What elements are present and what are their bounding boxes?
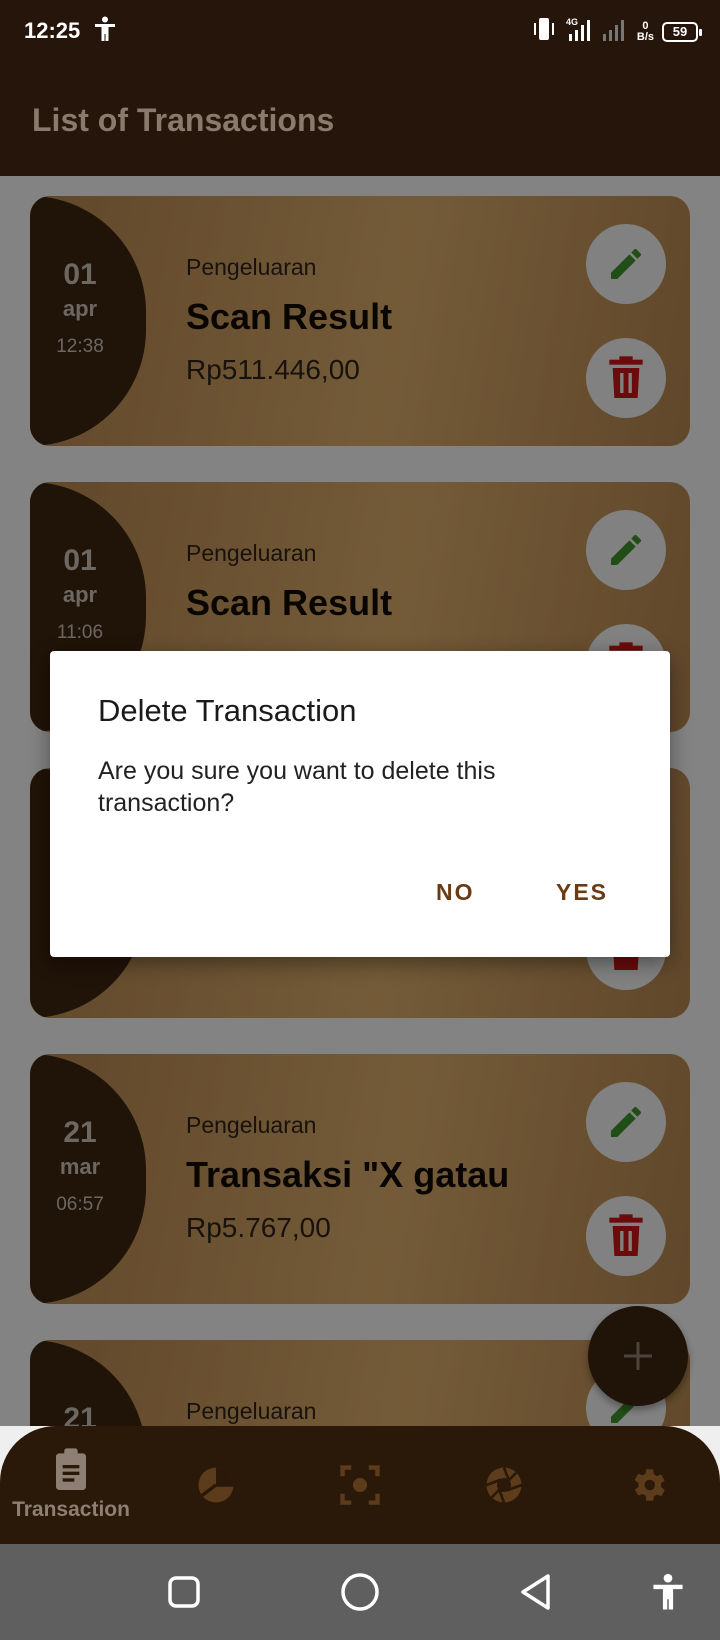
accessibility-status-icon: [94, 16, 116, 47]
nav-item-chart[interactable]: [176, 1426, 256, 1544]
status-icons: 4G 0 B/s 59: [531, 16, 702, 47]
system-nav-bar: [0, 1544, 720, 1640]
no-button[interactable]: NO: [436, 879, 475, 906]
nav-item-transaction[interactable]: Transaction: [0, 1426, 142, 1544]
accessibility-button[interactable]: [642, 1566, 694, 1618]
clipboard-icon: [56, 1448, 86, 1490]
app-bar: List of Transactions: [0, 66, 720, 176]
nav-item-camera[interactable]: [464, 1426, 544, 1544]
vibrate-icon: [531, 17, 557, 46]
recents-button[interactable]: [158, 1566, 210, 1618]
nav-item-settings[interactable]: [608, 1426, 688, 1544]
dialog-title: Delete Transaction: [98, 693, 357, 728]
battery-icon: 59: [662, 21, 702, 42]
net-speed: 0 B/s: [636, 19, 654, 43]
back-triangle-icon: [521, 1574, 550, 1610]
nav-item-scan[interactable]: [320, 1426, 400, 1544]
bottom-nav: Transaction: [0, 1426, 720, 1544]
square-icon: [168, 1576, 200, 1608]
status-bar: 12:25 4G 0 B/s 59: [0, 0, 720, 66]
camera-shutter-icon: [486, 1467, 522, 1503]
pie-chart-icon: [198, 1467, 234, 1503]
nav-label-transaction: Transaction: [12, 1498, 130, 1521]
circle-icon: [341, 1573, 379, 1611]
delete-dialog: Delete Transaction Are you sure you want…: [50, 651, 670, 957]
signal-4g-icon: 4G: [565, 16, 593, 47]
accessibility-icon: [653, 1573, 683, 1610]
home-button[interactable]: [334, 1566, 386, 1618]
back-button[interactable]: [510, 1566, 562, 1618]
status-time: 12:25: [24, 18, 81, 43]
dialog-message: Are you sure you want to delete this tra…: [98, 757, 496, 817]
yes-button[interactable]: YES: [556, 879, 608, 906]
signal-weak-icon: [601, 16, 629, 47]
gear-icon: [634, 1469, 665, 1501]
svg-text:4G: 4G: [566, 17, 578, 27]
scan-icon: [340, 1465, 380, 1505]
page-title: List of Transactions: [32, 102, 335, 138]
